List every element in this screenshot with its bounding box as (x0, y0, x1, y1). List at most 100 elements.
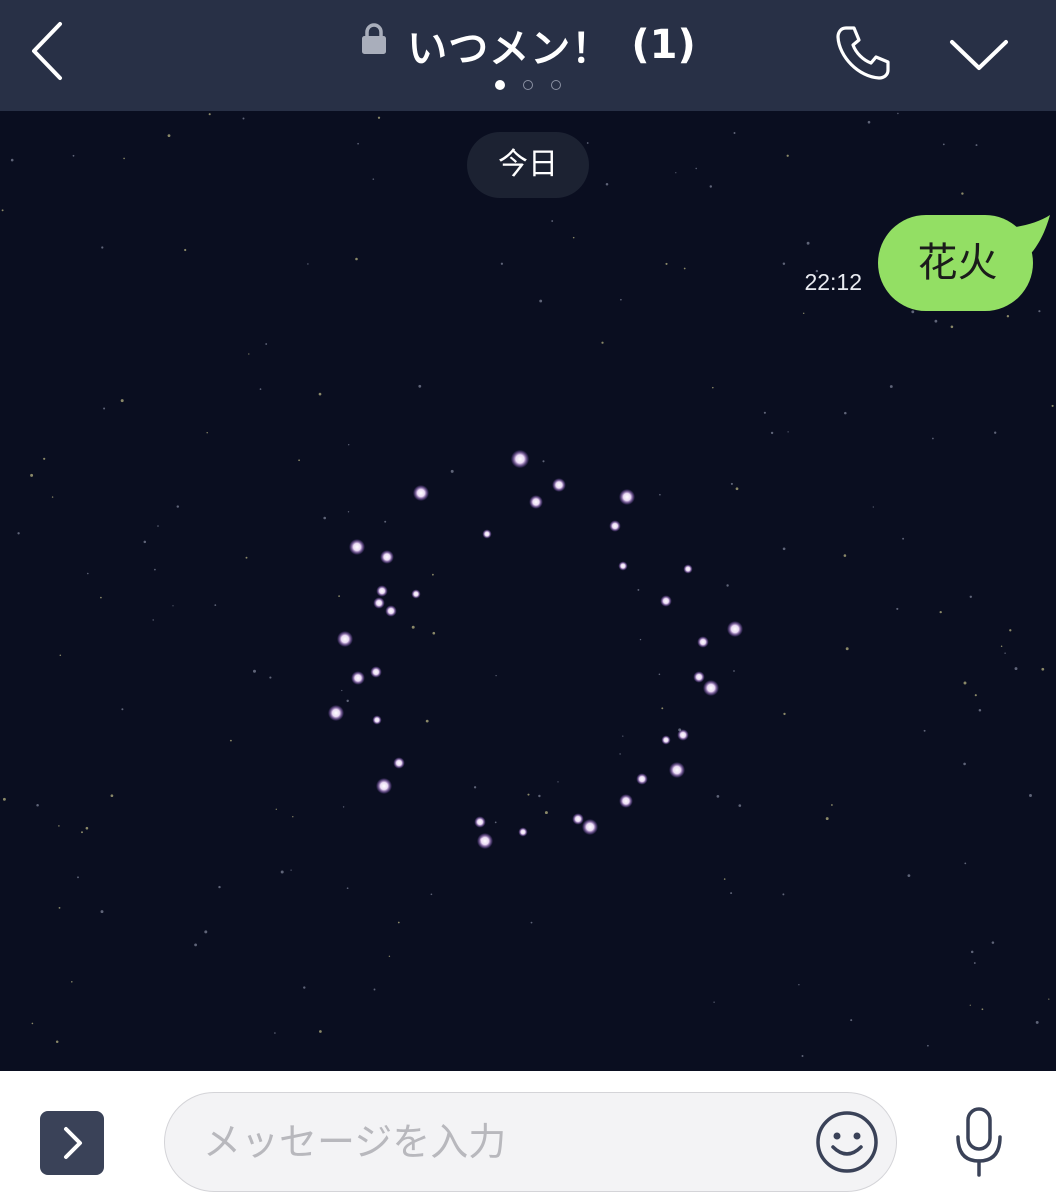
firework-spark (529, 495, 543, 509)
firework-spark (370, 666, 382, 678)
background-star (867, 120, 871, 124)
background-star (942, 143, 945, 146)
background-star (346, 699, 349, 703)
background-star (77, 876, 79, 879)
background-star (280, 870, 284, 874)
background-star (712, 386, 714, 389)
firework-spark (618, 561, 628, 571)
background-star (969, 595, 973, 599)
background-star (319, 1030, 322, 1033)
background-star (527, 793, 530, 796)
background-star (500, 262, 504, 265)
chat-area[interactable]: 今日 22:12 花火 (0, 111, 1056, 1071)
message-timestamp: 22:12 (804, 269, 862, 295)
emoji-button[interactable] (814, 1109, 880, 1175)
background-star (384, 520, 387, 523)
background-star (964, 862, 967, 865)
background-star (787, 431, 789, 433)
smiley-icon (816, 1111, 878, 1173)
background-star (586, 142, 589, 144)
background-star (716, 795, 720, 798)
firework-spark (348, 538, 366, 556)
background-star (973, 962, 976, 964)
background-star (274, 1032, 276, 1034)
background-star (783, 712, 786, 716)
background-star (346, 887, 349, 890)
background-star (963, 681, 967, 685)
background-star (923, 729, 926, 732)
firework-spark (661, 735, 671, 745)
firework-spark (336, 630, 354, 648)
background-star (214, 604, 217, 606)
firework-spark (372, 715, 382, 725)
chat-title-area[interactable]: いつメン！ (1) (0, 16, 1056, 74)
background-star (397, 921, 400, 924)
firework-spark (572, 813, 584, 825)
background-star (975, 144, 978, 147)
sent-message-bubble[interactable]: 花火 (878, 215, 1033, 311)
menu-button[interactable] (946, 30, 1012, 80)
expand-menu-button[interactable] (40, 1111, 104, 1175)
firework-spark (668, 761, 686, 779)
background-star (683, 267, 686, 270)
background-star (974, 694, 977, 697)
background-star (1051, 404, 1054, 407)
background-star (51, 496, 54, 498)
background-star (58, 825, 60, 827)
background-star (1041, 667, 1045, 671)
background-star (348, 444, 350, 446)
firework-spark (351, 671, 365, 685)
background-star (806, 241, 810, 245)
background-star (551, 220, 554, 222)
firework-spark (581, 818, 599, 836)
background-star (738, 804, 742, 807)
background-star (902, 537, 905, 540)
background-star (71, 981, 73, 983)
background-star (939, 610, 942, 614)
background-star (86, 572, 89, 575)
firework-spark (697, 636, 709, 648)
background-star (1000, 645, 1003, 648)
firework-spark (375, 777, 393, 795)
page-dot-active (495, 80, 505, 90)
background-star (206, 431, 208, 434)
background-star (72, 154, 75, 157)
page-dot (551, 80, 561, 90)
background-star (825, 817, 829, 821)
call-button[interactable] (832, 22, 894, 84)
firework-spark (385, 605, 397, 617)
background-star (81, 831, 83, 834)
background-star (763, 411, 766, 414)
background-star (927, 1044, 929, 1047)
background-star (932, 437, 934, 440)
background-star (411, 625, 415, 629)
mic-button[interactable] (946, 1105, 1012, 1181)
firework-spark (726, 620, 744, 638)
background-star (844, 411, 847, 415)
background-star (801, 1055, 804, 1057)
firework-spark (373, 597, 385, 609)
background-star (248, 353, 250, 355)
background-star (961, 192, 964, 195)
background-star (1029, 794, 1032, 797)
firework-spark (474, 816, 486, 828)
background-star (994, 431, 997, 434)
message-input-bar (0, 1071, 1056, 1200)
message-input[interactable] (164, 1092, 897, 1192)
background-star (572, 236, 575, 239)
background-star (184, 248, 187, 252)
background-star (969, 1004, 971, 1006)
background-star (713, 1001, 715, 1003)
background-star (10, 158, 14, 162)
background-star (172, 605, 174, 607)
background-star (120, 399, 124, 403)
firework-spark (380, 550, 394, 564)
background-star (58, 906, 61, 909)
background-star (85, 826, 89, 830)
lock-icon (360, 23, 388, 59)
background-star (733, 670, 735, 672)
background-star (619, 753, 621, 755)
page-dot (523, 80, 533, 90)
background-star (275, 808, 277, 810)
background-star (658, 673, 661, 676)
